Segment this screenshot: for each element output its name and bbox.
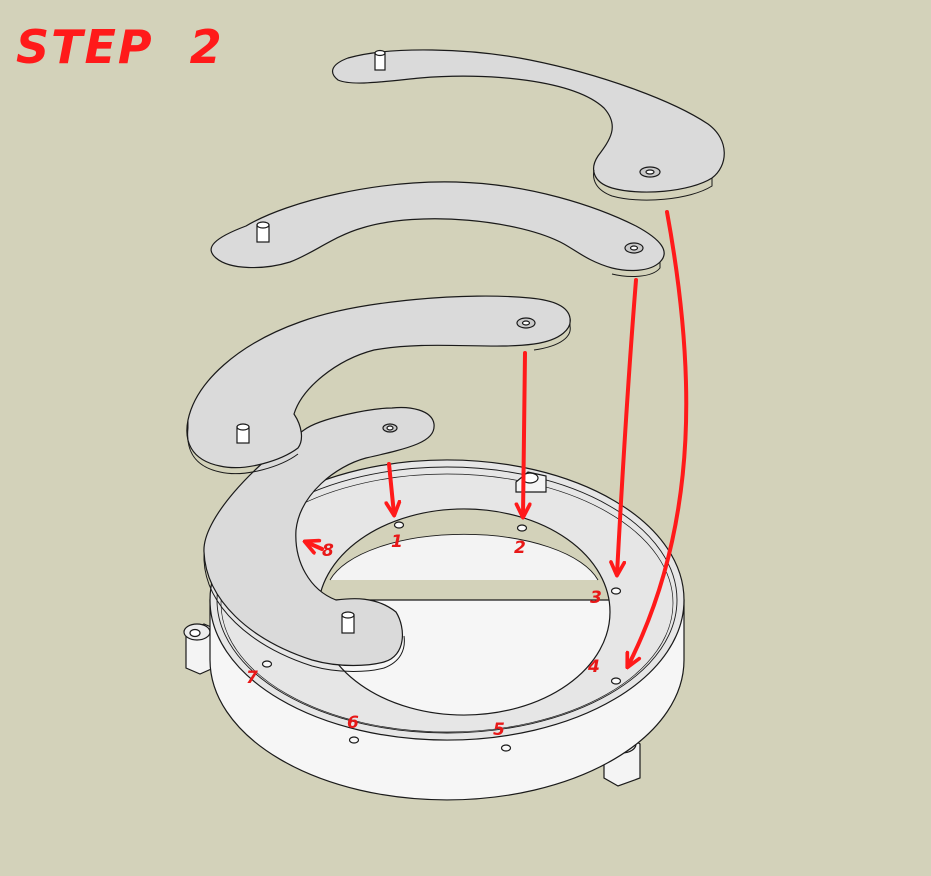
assembly-diagram: STEP 2 1 2 3 4 5 6 7 8 [0,0,931,876]
plate2-pin [256,221,270,243]
plate3-pin [236,423,250,444]
label-hole-1: 1 [391,532,403,552]
hole-5 [500,744,512,752]
label-hole-5: 5 [493,720,505,740]
arc-plate-2 [210,181,665,277]
hole-1 [393,521,405,529]
label-hole-7: 7 [246,668,258,688]
plate4-pin [341,611,355,634]
arc-plate-1 [331,49,725,201]
arrow-to-hole-2 [523,351,525,516]
hole-7 [261,660,273,668]
hole-2 [516,524,528,532]
label-hole-8: 8 [322,541,334,561]
hole-6 [348,736,360,744]
exploded-view: 1 2 3 4 5 6 7 8 [183,49,725,801]
label-hole-4: 4 [587,657,600,677]
plate1-pin [374,49,386,71]
label-hole-3: 3 [590,588,602,608]
hole-4 [610,677,622,685]
label-hole-2: 2 [514,538,526,558]
hole-3 [610,587,622,595]
label-hole-6: 6 [347,713,359,733]
